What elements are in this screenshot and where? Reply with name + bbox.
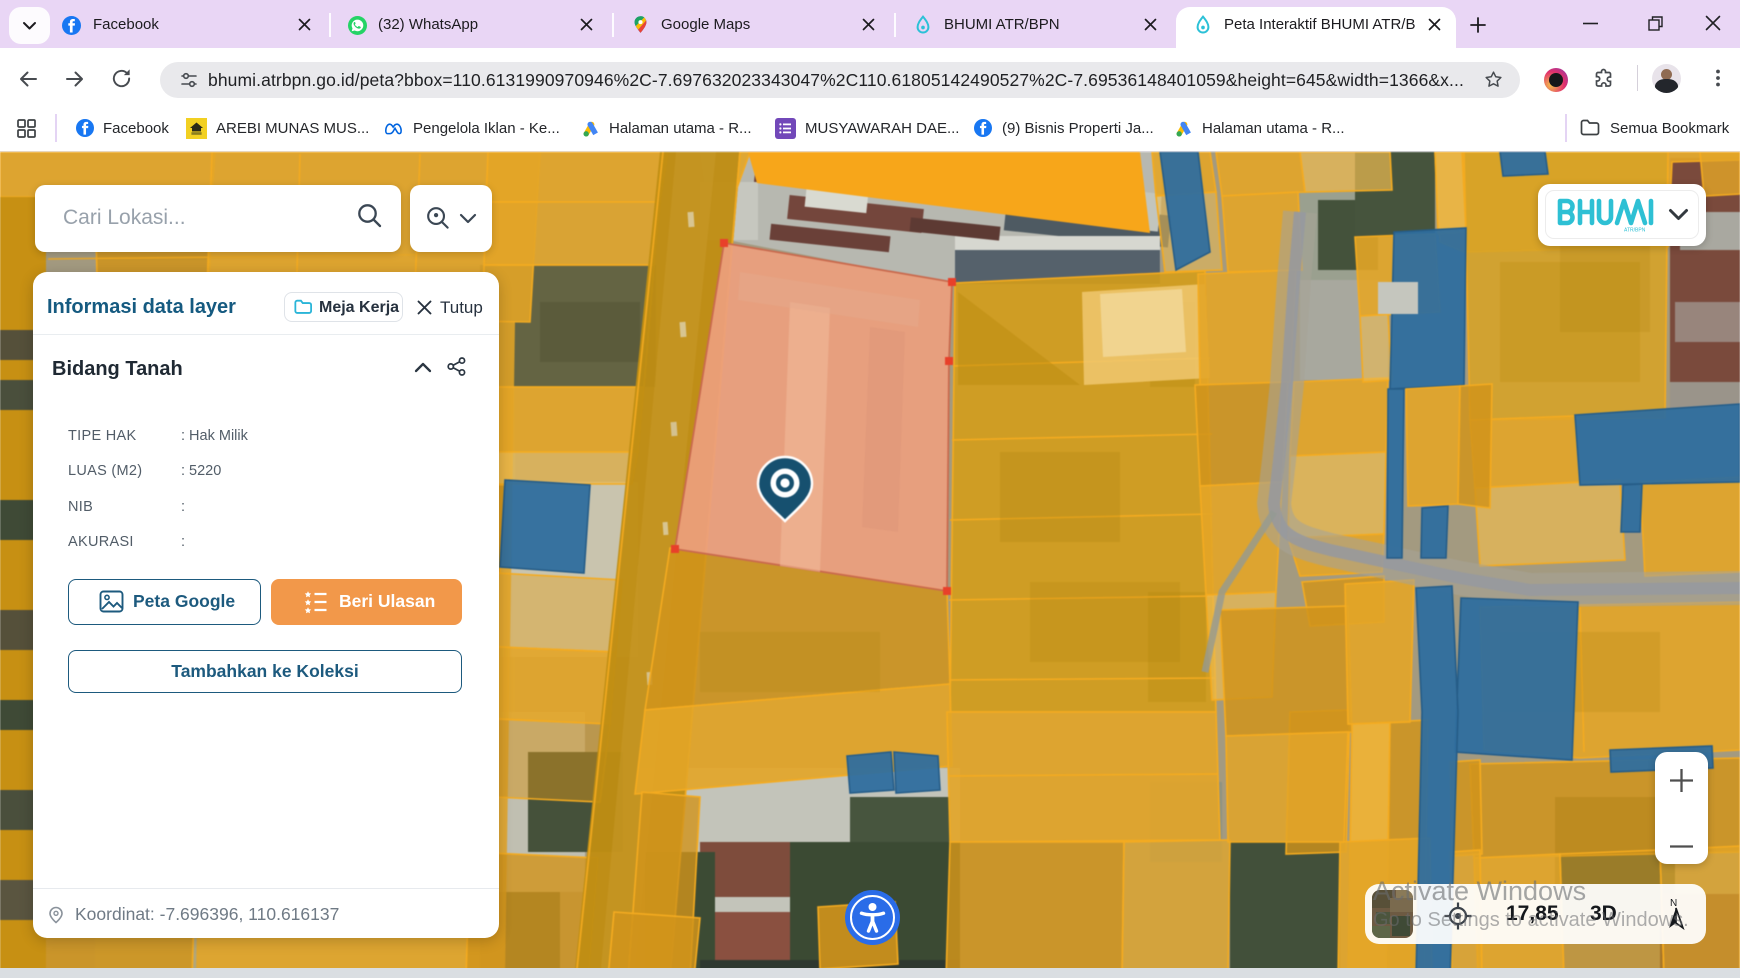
svg-text:ATR/BPN: ATR/BPN xyxy=(1624,228,1646,234)
svg-text:N: N xyxy=(1670,898,1677,909)
